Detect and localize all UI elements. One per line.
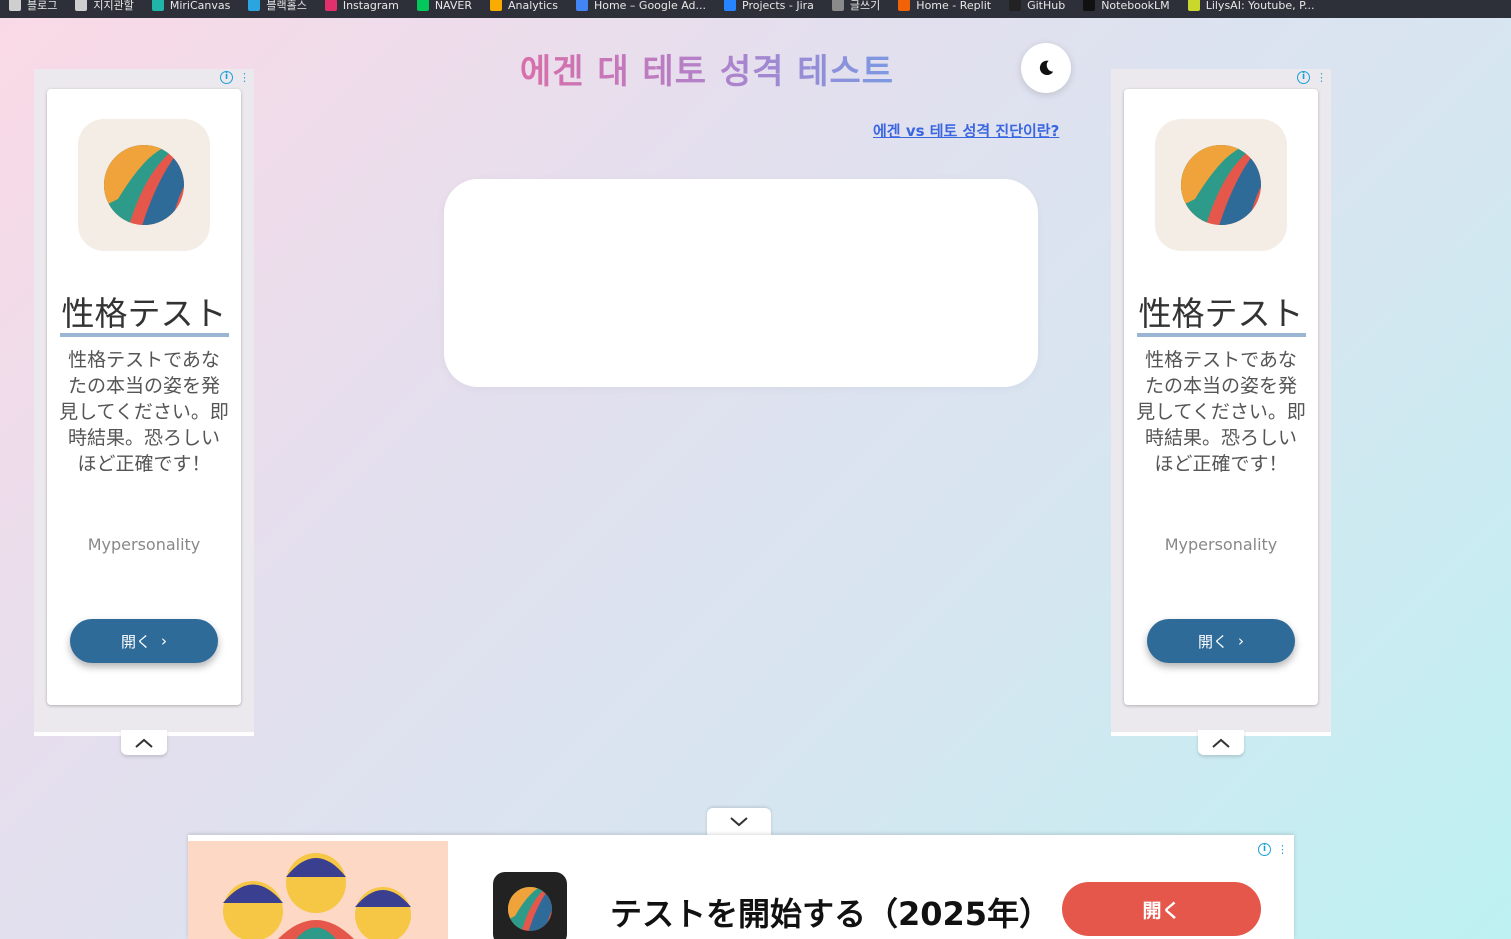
ad-headline[interactable]: 性格テスト [47,287,241,337]
chevron-up-icon [135,738,153,748]
bookmark-label: MiriCanvas [169,0,231,12]
ad-description: 性格テストであなたの本当の姿を発見してください。即時結果。恐ろしいほど正確です！ [1136,349,1306,475]
ad-headline[interactable]: 性格テスト [1124,287,1318,337]
bookmark-item[interactable]: Home - Replit [889,0,1000,12]
bookmark-item[interactable]: Projects - Jira [715,0,823,12]
bottom-ad-headline[interactable]: テストを開始する（2025年） [610,889,1051,935]
bookmark-item[interactable]: Analytics [481,0,567,12]
ad-card[interactable]: 性格テスト 性格テストであなたの本当の姿を発見してください。即時結果。恐ろしいほ… [1124,89,1318,705]
bird-icon [248,0,261,11]
bookmark-item[interactable]: LilysAI: Youtube, P... [1179,0,1324,12]
bottom-ad-open-button[interactable]: 開く [1062,882,1261,936]
left-ad-collapse-button[interactable] [121,730,167,755]
moon-icon [1039,60,1054,76]
kebab-menu-icon[interactable]: ⋮ [1316,71,1327,84]
bottom-ad-collapse-button[interactable] [707,808,771,836]
replit-icon [898,0,911,11]
app-logo-icon [78,119,210,251]
instagram-icon [324,0,337,11]
right-ad-collapse-button[interactable] [1198,730,1244,755]
right-side-ad: i ⋮ 性格テスト 性格テストであなたの本当の姿を発見してください。即時結果。恐… [1111,69,1331,736]
bookmark-label: Home - Replit [916,0,992,12]
ad-open-button[interactable]: 開く › [1147,619,1295,663]
info-icon[interactable]: i [1258,843,1271,856]
chevron-up-icon [1212,738,1230,748]
bottom-app-icon [493,872,567,939]
bookmark-item[interactable]: 블로그 [0,0,66,13]
chevron-down-icon [730,817,748,827]
chevron-right-icon: › [1238,632,1244,650]
ad-choices[interactable]: i ⋮ [1297,71,1327,84]
bookmark-item[interactable]: Home – Google Ad... [567,0,715,12]
theme-toggle-button[interactable] [1021,43,1071,93]
info-link[interactable]: 에겐 vs 테토 성격 진단이란? [873,120,1059,141]
bookmarks-bar: 블로그 지지관할 MiriCanvas 블랙홀스 Instagram NAVER Analy… [0,0,1511,18]
chevron-right-icon: › [161,632,167,650]
bookmark-item[interactable]: 블랙홀스 [239,0,315,13]
bookmark-item[interactable]: NAVER [408,0,481,12]
ad-choices[interactable]: i ⋮ [1258,843,1288,856]
bookmark-label: 블랙홀스 [266,0,307,12]
ad-card[interactable]: 性格テスト 性格テストであなたの本当の姿を発見してください。即時結果。恐ろしいほ… [47,89,241,705]
main-content-card [444,179,1038,387]
bookmark-item[interactable]: NotebookLM [1074,0,1178,12]
page-icon [9,0,21,11]
ad-open-label: 開く [1197,632,1228,651]
bookmark-label: LilysAI: Youtube, P... [1205,0,1315,12]
bookmark-label: Projects - Jira [742,0,814,12]
page-icon [75,0,88,11]
kebab-menu-icon[interactable]: ⋮ [239,71,250,84]
ad-description: 性格テストであなたの本当の姿を発見してください。即時結果。恐ろしいほど正確です！ [59,349,229,475]
info-icon[interactable]: i [1297,71,1310,84]
lilys-icon [1187,0,1200,11]
jira-icon [724,0,737,11]
bookmark-item[interactable]: 지지관할 [66,0,142,13]
bookmark-item[interactable]: MiriCanvas [143,0,240,12]
ad-choices[interactable]: i ⋮ [220,71,250,84]
bookmark-item[interactable]: Instagram [316,0,408,12]
google-ads-icon [575,0,588,11]
bookmark-label: 글쓰기 [849,0,881,12]
app-logo-icon [1155,119,1287,251]
bookmark-label: NAVER [434,0,472,12]
info-icon[interactable]: i [220,71,233,84]
bookmark-label: Analytics [507,0,558,12]
ad-open-button[interactable]: 開く › [70,619,218,663]
analytics-icon [489,0,502,11]
bookmark-label: GitHub [1027,0,1066,12]
ad-illustration [188,841,448,939]
miricanvas-icon [151,0,164,11]
notebooklm-icon [1083,0,1096,11]
ad-open-label: 開く [120,632,151,651]
ad-brand: Mypersonality [87,535,201,554]
naver-icon [416,0,429,11]
bookmark-item[interactable]: 글쓰기 [823,0,889,13]
left-side-ad: i ⋮ 性格テスト 性格テストであなたの本当の姿を発見してください。即時結果。恐… [34,69,254,736]
bookmark-label: 지지관할 [93,0,134,12]
page-title: 에겐 대 테토 성격 테스트 [480,44,934,93]
bookmark-label: Home – Google Ad... [593,0,707,12]
github-icon [1009,0,1022,11]
bookmark-label: Instagram [342,0,399,12]
bookmark-label: 블로그 [27,0,58,12]
bottom-banner-ad[interactable]: テストを開始する（2025年） 開く i ⋮ [188,835,1294,939]
ad-brand: Mypersonality [1164,535,1278,554]
kebab-menu-icon[interactable]: ⋮ [1277,843,1288,856]
bookmark-label: NotebookLM [1101,0,1170,12]
bookmark-item[interactable]: GitHub [1000,0,1074,12]
qr-icon [831,0,844,11]
